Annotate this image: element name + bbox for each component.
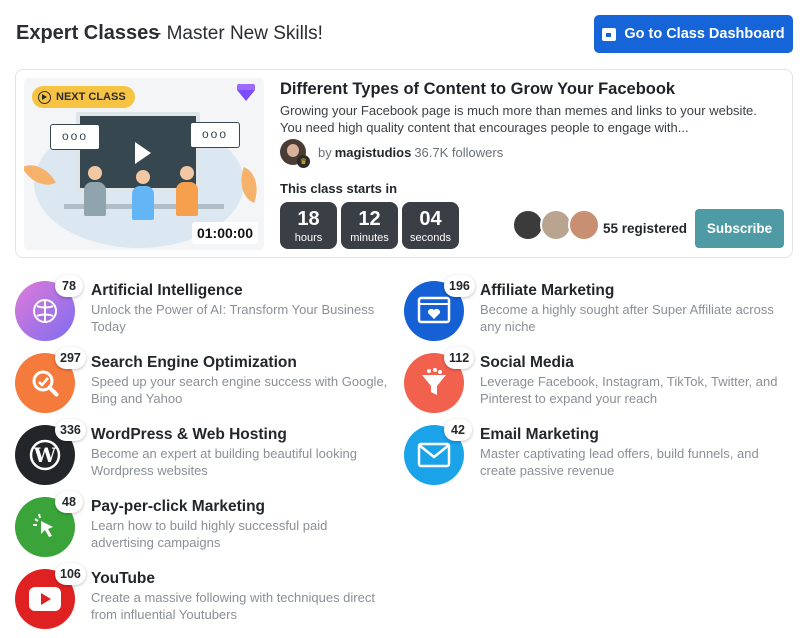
class-thumbnail[interactable]: ooo ooo NEXT CLASS 01:00:00 xyxy=(24,78,264,250)
category-description: Leverage Facebook, Instagram, TikTok, Tw… xyxy=(480,374,778,406)
category-count-badge: 196 xyxy=(444,275,475,297)
category-count-badge: 48 xyxy=(55,491,83,513)
category-search-engine-optimization[interactable]: 297 Search Engine Optimization Speed up … xyxy=(15,347,405,415)
category-count-badge: 106 xyxy=(55,563,86,585)
crown-icon: ♛ xyxy=(297,155,310,168)
registered-avatars xyxy=(512,209,602,241)
next-class-badge: NEXT CLASS xyxy=(32,86,135,108)
category-title: Search Engine Optimization xyxy=(91,354,297,371)
category-title: YouTube xyxy=(91,570,155,587)
category-social-media[interactable]: 112 Social Media Leverage Facebook, Inst… xyxy=(404,347,794,415)
category-title: Artificial Intelligence xyxy=(91,282,243,299)
author-info: by magistudios 36.7K followers xyxy=(318,145,503,160)
category-affiliate-marketing[interactable]: 196 Affiliate Marketing Become a highly … xyxy=(404,275,794,343)
category-title: Pay-per-click Marketing xyxy=(91,498,266,515)
registered-count: 55 registered xyxy=(603,221,688,236)
speech-bubble-icon: ooo xyxy=(50,124,100,150)
author-by-label: by xyxy=(318,145,332,160)
category-description: Become a highly sought after Super Affil… xyxy=(480,302,774,334)
category-title: Social Media xyxy=(480,354,574,371)
countdown-minutes-label: minutes xyxy=(350,232,389,244)
countdown-hours-value: 18 xyxy=(297,208,320,230)
category-count-badge: 336 xyxy=(55,419,86,441)
category-description: Learn how to build highly successful pai… xyxy=(91,518,328,550)
class-title[interactable]: Different Types of Content to Grow Your … xyxy=(280,80,675,99)
category-email-marketing[interactable]: 42 Email Marketing Master captivating le… xyxy=(404,419,794,487)
category-wordpress-web-hosting[interactable]: W 336 WordPress & Web Hosting Become an … xyxy=(15,419,405,487)
countdown-hours-label: hours xyxy=(294,232,323,244)
category-description: Create a massive following with techniqu… xyxy=(91,590,375,622)
class-duration: 01:00:00 xyxy=(191,222,258,244)
countdown-minutes: 12 minutes xyxy=(341,202,398,249)
speech-bubble-icon: ooo xyxy=(190,122,240,148)
category-description: Master captivating lead offers, build fu… xyxy=(480,446,759,478)
countdown-hours: 18 hours xyxy=(280,202,337,249)
countdown-seconds-label: seconds xyxy=(410,232,451,244)
category-description: Become an expert at building beautiful l… xyxy=(91,446,357,478)
category-description: Speed up your search engine success with… xyxy=(91,374,388,406)
diamond-icon xyxy=(237,84,255,101)
author-avatar[interactable]: ♛ xyxy=(280,139,310,168)
calendar-icon xyxy=(602,27,617,41)
play-circle-icon xyxy=(38,90,51,104)
page-header: Expert Classes - Master New Skills! Go t… xyxy=(16,15,793,53)
page-title: Expert Classes xyxy=(16,22,160,44)
author-name[interactable]: magistudios xyxy=(335,145,412,160)
avatar xyxy=(568,209,600,241)
countdown-minutes-value: 12 xyxy=(358,208,381,230)
category-description: Unlock the Power of AI: Transform Your B… xyxy=(91,302,375,334)
page-subtitle: - Master New Skills! xyxy=(155,23,323,44)
category-count-badge: 297 xyxy=(55,347,86,369)
category-title: Affiliate Marketing xyxy=(480,282,615,299)
subscribe-button[interactable]: Subscribe xyxy=(695,209,784,248)
person-illustration xyxy=(176,166,198,216)
next-class-card: ooo ooo NEXT CLASS 01:00:00 Different Ty… xyxy=(15,69,793,258)
class-starts-label: This class starts in xyxy=(280,181,398,196)
play-icon xyxy=(135,142,151,164)
category-count-badge: 42 xyxy=(444,419,472,441)
countdown-seconds: 04 seconds xyxy=(402,202,459,249)
class-description: Growing your Facebook page is much more … xyxy=(280,103,757,135)
author-followers: 36.7K followers xyxy=(414,145,504,160)
svg-text:W: W xyxy=(33,443,57,467)
category-count-badge: 112 xyxy=(444,347,475,369)
person-illustration xyxy=(132,170,154,220)
category-title: WordPress & Web Hosting xyxy=(91,426,287,443)
countdown-timer: 18 hours 12 minutes 04 seconds xyxy=(280,202,459,249)
class-dashboard-button[interactable]: Go to Class Dashboard xyxy=(594,15,793,53)
category-youtube[interactable]: 106 YouTube Create a massive following w… xyxy=(15,563,405,631)
person-illustration xyxy=(84,166,106,216)
category-title: Email Marketing xyxy=(480,426,599,443)
category-count-badge: 78 xyxy=(55,275,83,297)
category-pay-per-click-marketing[interactable]: 48 Pay-per-click Marketing Learn how to … xyxy=(15,491,405,559)
category-artificial-intelligence[interactable]: 78 Artificial Intelligence Unlock the Po… xyxy=(15,275,405,343)
countdown-seconds-value: 04 xyxy=(419,208,442,230)
class-dashboard-button-label: Go to Class Dashboard xyxy=(624,26,785,42)
next-class-badge-label: NEXT CLASS xyxy=(56,91,126,103)
